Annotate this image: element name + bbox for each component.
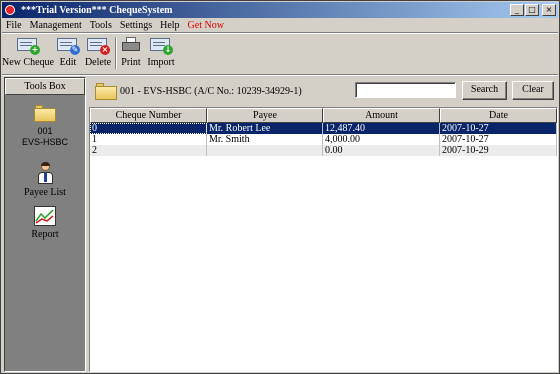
menu-management[interactable]: Management: [30, 20, 82, 31]
cell-cheque-number: 1: [90, 134, 207, 145]
app-window: ***Trial Version*** ChequeSystem _ □ × F…: [0, 0, 560, 374]
table-row[interactable]: 2 0.00 2007-10-29: [90, 145, 557, 156]
cell-payee: [207, 145, 323, 156]
cell-payee: Mr. Robert Lee: [207, 123, 323, 134]
column-header-cheque-number[interactable]: Cheque Number: [90, 108, 207, 123]
payee-list-item[interactable]: Payee List: [5, 162, 85, 198]
report-chart-icon: [34, 206, 56, 226]
cell-cheque-number: 2: [90, 145, 207, 156]
close-button[interactable]: ×: [542, 4, 556, 16]
new-cheque-icon: +: [16, 35, 40, 55]
account-info: 001 - EVS-HSBC (A/C No.: 10239-34929-1): [120, 86, 302, 97]
search-button[interactable]: Search: [462, 81, 507, 100]
account-name: EVS-HSBC: [21, 137, 68, 147]
menu-help[interactable]: Help: [160, 20, 179, 31]
menu-tools[interactable]: Tools: [90, 20, 112, 31]
window-title: ***Trial Version*** ChequeSystem: [21, 4, 173, 16]
account-number: 001: [37, 126, 53, 136]
cell-date: 2007-10-27: [440, 123, 557, 134]
delete-button[interactable]: × Delete: [84, 35, 112, 68]
person-icon: [35, 162, 55, 184]
table-row[interactable]: 0 Mr. Robert Lee 12,487.40 2007-10-27: [90, 123, 557, 134]
table-row[interactable]: 1 Mr. Smith 4,000.00 2007-10-27: [90, 134, 557, 145]
cell-payee: Mr. Smith: [207, 134, 323, 145]
window-controls: _ □ ×: [509, 4, 556, 16]
account-folder-icon: [95, 82, 117, 102]
new-cheque-button[interactable]: + New Cheque: [2, 35, 54, 68]
title-bar[interactable]: ***Trial Version*** ChequeSystem _ □ ×: [2, 2, 558, 18]
app-icon: [5, 4, 17, 16]
folder-icon: [34, 104, 56, 122]
cell-cheque-number: 0: [90, 123, 207, 134]
account-bar: 001 - EVS-HSBC (A/C No.: 10239-34929-1) …: [89, 77, 558, 105]
menu-get-now[interactable]: Get Now: [188, 20, 224, 31]
cell-amount: 12,487.40: [323, 123, 440, 134]
tools-box: Tools Box 001 EVS-HSBC Payee List Report: [4, 77, 86, 372]
minimize-button[interactable]: _: [510, 4, 524, 16]
menu-bar: File Management Tools Settings Help Get …: [2, 18, 558, 32]
cell-amount: 0.00: [323, 145, 440, 156]
toolbar-separator: [115, 37, 117, 69]
edit-label: Edit: [59, 57, 77, 68]
cell-date: 2007-10-29: [440, 145, 557, 156]
import-label: Import: [147, 57, 175, 68]
column-header-amount[interactable]: Amount: [323, 108, 440, 123]
printer-icon: [119, 35, 143, 55]
edit-button[interactable]: ✎ Edit: [56, 35, 80, 68]
column-header-payee[interactable]: Payee: [207, 108, 323, 123]
import-button[interactable]: ↓ Import: [146, 35, 176, 68]
report-label: Report: [31, 229, 59, 240]
print-button[interactable]: Print: [119, 35, 143, 68]
search-input[interactable]: [355, 82, 456, 98]
new-cheque-label: New Cheque: [2, 57, 54, 68]
payee-list-label: Payee List: [24, 187, 66, 198]
main-panel: 001 - EVS-HSBC (A/C No.: 10239-34929-1) …: [89, 77, 558, 372]
maximize-button[interactable]: □: [525, 4, 539, 16]
toolbar: + New Cheque ✎ Edit × Delete Print ↓ Imp…: [2, 33, 558, 73]
print-label: Print: [121, 57, 141, 68]
table-header: Cheque Number Payee Amount Date: [90, 108, 557, 123]
column-header-date[interactable]: Date: [440, 108, 557, 123]
menu-file[interactable]: File: [6, 20, 22, 31]
account-item[interactable]: 001 EVS-HSBC: [5, 104, 85, 148]
report-item[interactable]: Report: [5, 206, 85, 240]
toolbar-divider: [2, 74, 558, 76]
delete-label: Delete: [84, 57, 112, 68]
menu-settings[interactable]: Settings: [120, 20, 152, 31]
tools-box-header: Tools Box: [5, 78, 85, 95]
cell-date: 2007-10-27: [440, 134, 557, 145]
cell-amount: 4,000.00: [323, 134, 440, 145]
cheque-table: Cheque Number Payee Amount Date 0 Mr. Ro…: [89, 107, 558, 372]
import-icon: ↓: [149, 35, 173, 55]
delete-icon: ×: [86, 35, 110, 55]
edit-icon: ✎: [56, 35, 80, 55]
clear-button[interactable]: Clear: [512, 81, 554, 100]
